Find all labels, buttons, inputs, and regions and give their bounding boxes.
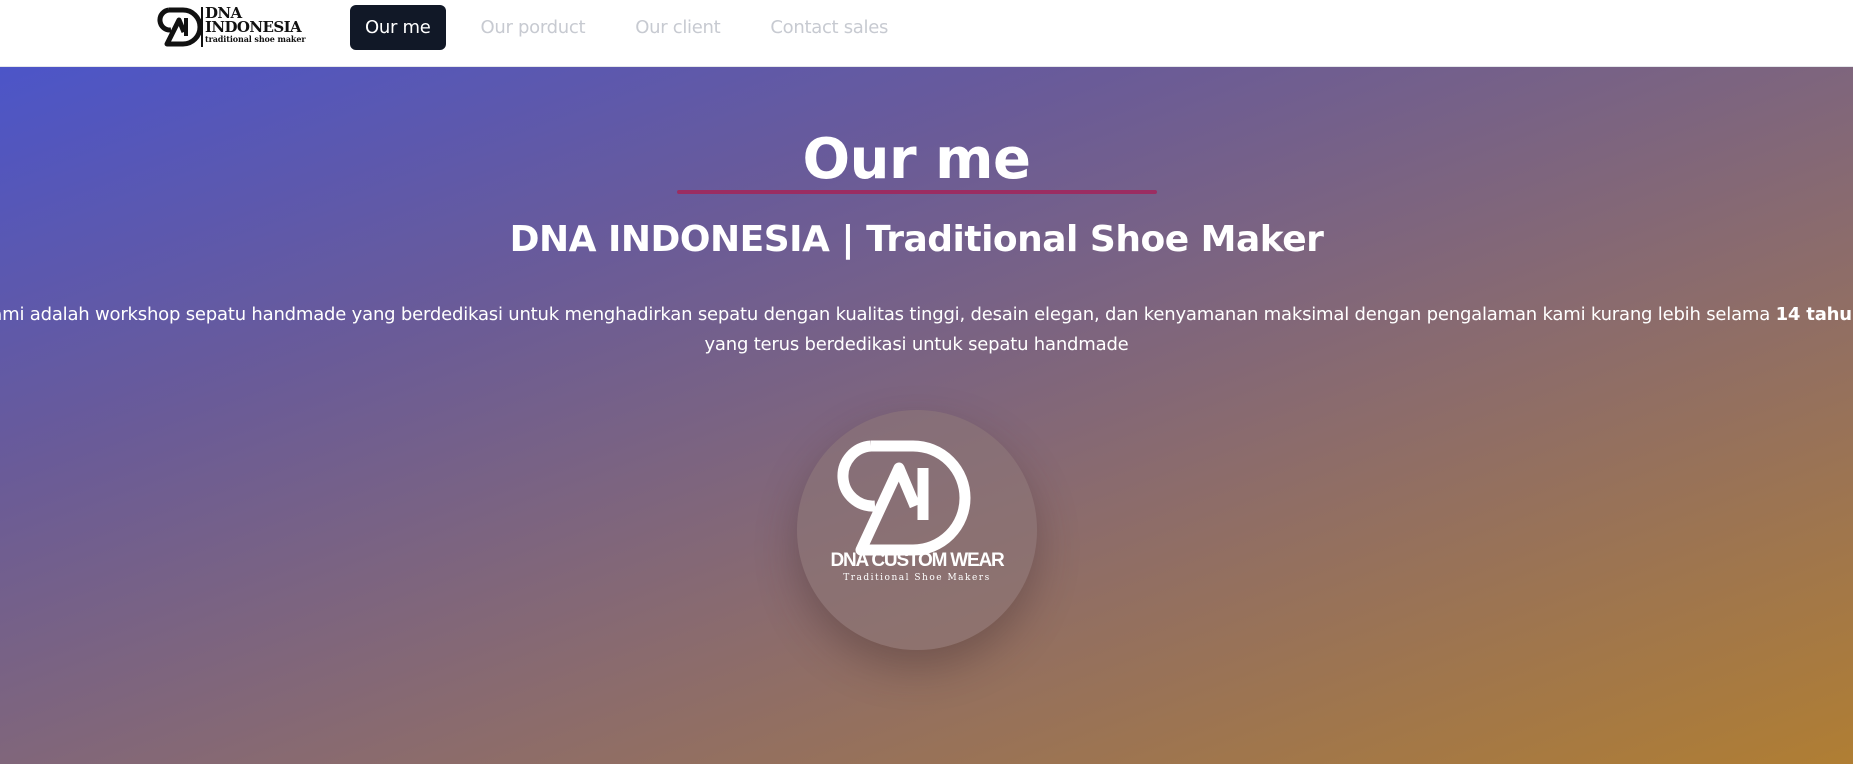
title-underline [677,190,1157,194]
hero-section: Our me DNA INDONESIA | Traditional Shoe … [0,67,1853,764]
nav-link-contact-sales[interactable]: Contact sales [770,17,888,38]
brand-text: DNA INDONESIA traditional shoe maker [205,6,306,45]
emblem-tagline: Traditional Shoe Makers [843,573,991,583]
description-text-part2: yang terus berdedikasi untuk sepatu hand… [704,334,1129,355]
nav-links: Our me Our porduct Our client Contact sa… [350,5,938,50]
brand-logo[interactable]: DNA INDONESIA traditional shoe maker [157,6,321,48]
brand-divider [201,7,203,47]
hero-subtitle: DNA INDONESIA | Traditional Shoe Maker [509,219,1324,260]
emblem-caption: DNA CUSTOM WEAR [830,550,1004,571]
top-navbar: DNA INDONESIA traditional shoe maker Our… [0,0,1853,67]
dna-logo-icon [157,7,201,47]
nav-link-our-me[interactable]: Our me [350,5,446,50]
brand-emblem: DNA CUSTOM WEAR Traditional Shoe Makers [797,410,1037,650]
brand-tagline: traditional shoe maker [205,34,306,44]
hero-description: Kami adalah workshop sepatu handmade yan… [0,300,1853,360]
dna-emblem-icon [837,440,971,556]
hero-title: Our me [802,127,1031,192]
description-highlight: 14 tahun [1775,304,1853,325]
description-text-part1: Kami adalah workshop sepatu handmade yan… [0,304,1776,325]
nav-link-our-client[interactable]: Our client [635,17,720,38]
nav-link-our-product[interactable]: Our porduct [481,17,586,38]
brand-name-line2: INDONESIA [205,18,302,36]
